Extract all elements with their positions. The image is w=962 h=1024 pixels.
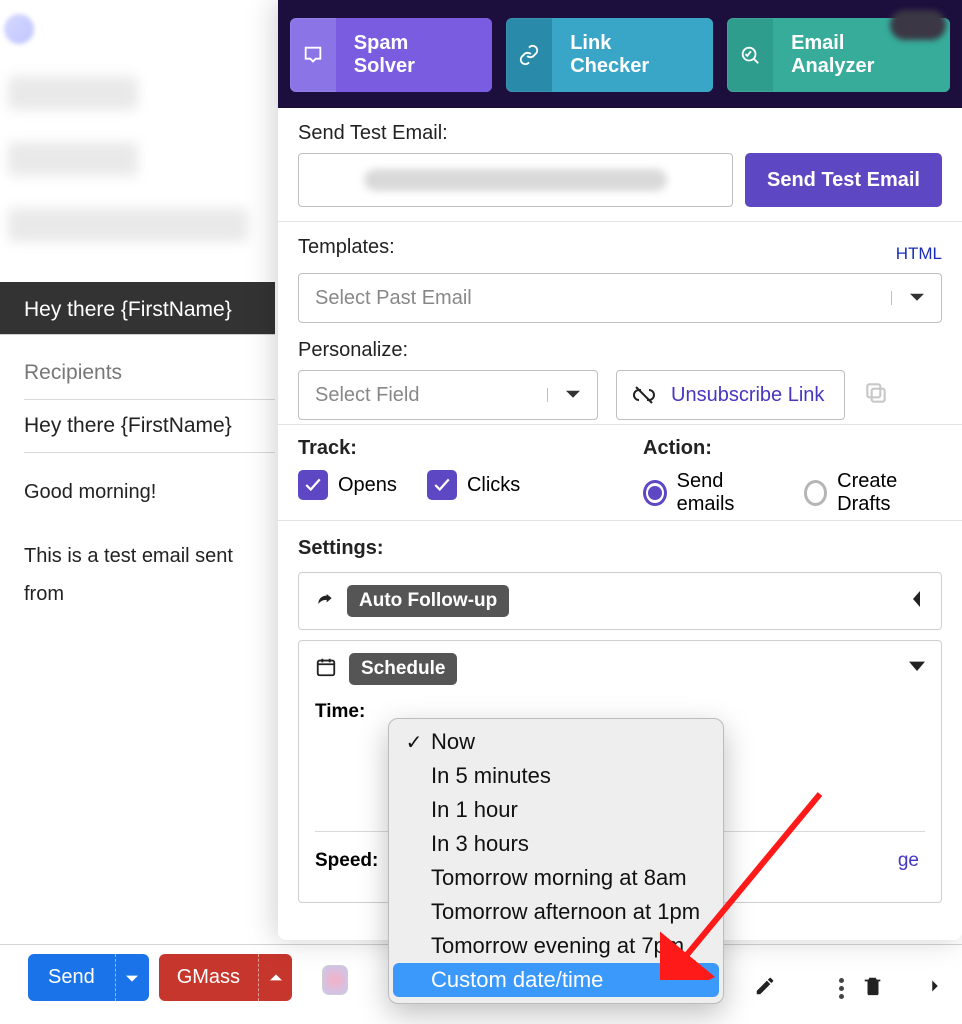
personalize-select-value: Select Field	[299, 384, 547, 407]
gmass-button[interactable]: GMass	[159, 954, 258, 1001]
calendar-icon	[315, 656, 337, 683]
blurred-text	[8, 142, 138, 176]
analytics-icon	[739, 44, 761, 66]
chevron-down-icon	[909, 659, 925, 680]
track-action-section: Track: Opens Clicks Action:	[278, 425, 962, 521]
time-option[interactable]: Custom date/time	[393, 963, 719, 997]
track-clicks-label: Clicks	[467, 474, 520, 497]
action-drafts-radio[interactable]: Create Drafts	[804, 470, 942, 516]
camera-icon	[322, 965, 348, 995]
track-label: Track:	[298, 437, 597, 460]
link-checker-button[interactable]: Link Checker	[506, 18, 713, 92]
send-test-button[interactable]: Send Test Email	[745, 153, 942, 207]
track-opens-label: Opens	[338, 474, 397, 497]
check-icon	[304, 476, 322, 494]
expand-button[interactable]	[924, 975, 946, 1002]
reply-icon	[315, 589, 335, 614]
time-label: Time:	[315, 701, 391, 723]
chevron-left-icon	[909, 591, 925, 612]
send-button-group: Send	[28, 954, 149, 1001]
template-select-value: Select Past Email	[299, 287, 891, 310]
account-avatar[interactable]	[890, 10, 946, 40]
link-checker-label: Link Checker	[552, 18, 713, 92]
personalize-select[interactable]: Select Field	[298, 370, 598, 420]
action-label: Action:	[643, 437, 942, 460]
redacted-email	[364, 169, 667, 191]
time-option[interactable]: Tomorrow morning at 8am	[393, 861, 719, 895]
templates-label: Templates:	[298, 236, 395, 259]
unsubscribe-label: Unsubscribe Link	[671, 384, 844, 407]
send-test-section: Send Test Email: Send Test Email	[278, 108, 962, 222]
unsubscribe-link-chip[interactable]: Unsubscribe Link	[616, 370, 845, 420]
caret-down-icon	[126, 972, 138, 984]
check-icon	[433, 476, 451, 494]
html-toggle[interactable]: HTML	[896, 240, 942, 264]
time-option[interactable]: In 5 minutes	[393, 759, 719, 793]
body-line: This is a test email sent from	[24, 537, 275, 613]
chevron-down-icon	[891, 291, 941, 305]
subject-field[interactable]: Hey there {FirstName}	[24, 400, 275, 453]
time-option[interactable]: Tomorrow evening at 7pm	[393, 929, 719, 963]
body-text[interactable]: Good morning! This is a test email sent …	[24, 453, 275, 613]
test-email-input[interactable]	[298, 153, 733, 207]
blurred-text	[8, 208, 248, 242]
compose-editor: Recipients Hey there {FirstName} Good mo…	[0, 334, 275, 613]
template-select[interactable]: Select Past Email	[298, 273, 942, 323]
auto-followup-chip: Auto Follow-up	[347, 585, 509, 617]
blurred-text	[8, 76, 138, 110]
discard-button[interactable]	[862, 975, 884, 1002]
more-options-button[interactable]	[839, 978, 844, 999]
time-option[interactable]: Tomorrow afternoon at 1pm	[393, 895, 719, 929]
attachment-button[interactable]	[322, 965, 348, 991]
settings-label: Settings:	[298, 537, 942, 560]
personalize-label: Personalize:	[298, 339, 942, 362]
caret-up-icon	[270, 972, 282, 984]
schedule-chip: Schedule	[349, 653, 457, 685]
inbox-icon	[302, 44, 324, 66]
action-drafts-label: Create Drafts	[837, 470, 942, 516]
spam-solver-label: Spam Solver	[336, 18, 493, 92]
action-send-label: Send emails	[677, 470, 774, 516]
send-button[interactable]: Send	[28, 954, 115, 1001]
action-send-radio[interactable]: Send emails	[643, 470, 774, 516]
subject-bar: Hey there {FirstName}	[0, 282, 275, 338]
unlink-icon	[617, 383, 671, 407]
speed-label: Speed:	[315, 850, 391, 872]
copy-button[interactable]	[863, 380, 889, 411]
avatar	[4, 14, 34, 44]
truncated-link[interactable]: ge	[898, 850, 925, 872]
spam-solver-button[interactable]: Spam Solver	[290, 18, 492, 92]
chevron-down-icon	[547, 388, 597, 402]
time-dropdown: ✓NowIn 5 minutesIn 1 hourIn 3 hoursTomor…	[388, 718, 724, 1004]
time-option[interactable]: In 3 hours	[393, 827, 719, 861]
auto-followup-row[interactable]: Auto Follow-up	[298, 572, 942, 630]
send-test-label: Send Test Email:	[298, 122, 942, 145]
gmass-more-dropdown[interactable]	[258, 954, 292, 1001]
recipients-field[interactable]: Recipients	[24, 347, 275, 400]
track-opens-checkbox[interactable]: Opens	[298, 470, 397, 500]
gmass-button-group: GMass	[159, 954, 292, 1001]
body-line: Good morning!	[24, 473, 275, 511]
edit-button[interactable]	[754, 975, 776, 1002]
link-icon	[518, 44, 540, 66]
radio-empty-icon	[804, 480, 828, 506]
time-option[interactable]: ✓Now	[393, 725, 719, 759]
schedule-header[interactable]: Schedule	[315, 653, 925, 685]
send-more-dropdown[interactable]	[115, 954, 149, 1001]
track-clicks-checkbox[interactable]: Clicks	[427, 470, 520, 500]
time-option[interactable]: In 1 hour	[393, 793, 719, 827]
radio-filled-icon	[643, 480, 667, 506]
panel-header: Spam Solver Link Checker Email Analyzer	[278, 0, 962, 108]
templates-section: Templates: HTML Select Past Email Person…	[278, 222, 962, 425]
